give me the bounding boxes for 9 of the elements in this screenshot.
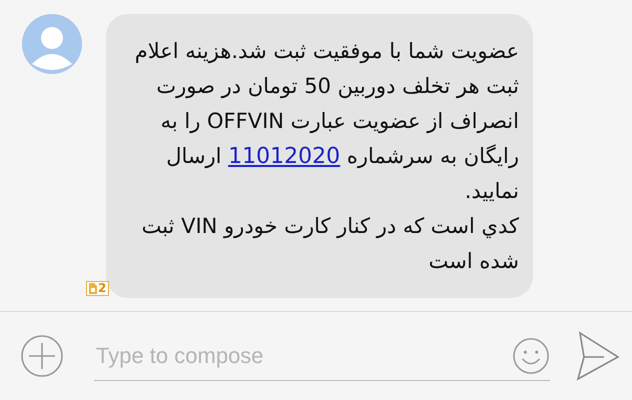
compose-field[interactable]: Type to compose: [94, 342, 512, 370]
sim-icon: [89, 283, 97, 294]
send-icon[interactable]: [576, 331, 620, 381]
emoji-icon[interactable]: [512, 336, 550, 374]
sim-badge: 2: [86, 281, 110, 296]
add-icon[interactable]: [20, 334, 64, 378]
avatar-icon: [22, 14, 82, 74]
message-text: كدي است كه در كنار كارت خودرو VIN ثبت شده است: [140, 213, 519, 275]
phone-link[interactable]: 11012020: [228, 144, 340, 169]
